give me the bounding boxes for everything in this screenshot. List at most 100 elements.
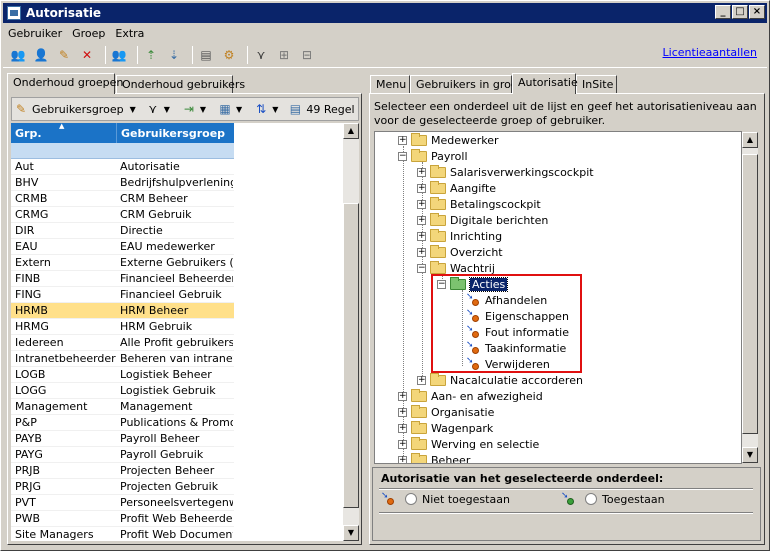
cell-gebruikersgroep: Projecten Beheer bbox=[120, 464, 215, 477]
chevron-down-icon[interactable]: ▼ bbox=[236, 105, 242, 114]
tree-item-werving[interactable]: + Werving en selectie bbox=[398, 436, 539, 452]
move-down-icon[interactable]: ⇣ bbox=[165, 46, 183, 64]
tree-item-aangifte[interactable]: + Aangifte bbox=[417, 180, 496, 196]
chevron-down-icon[interactable]: ▼ bbox=[164, 105, 170, 114]
tab-menu[interactable]: Menu bbox=[370, 75, 410, 94]
menu-groep[interactable]: Groep bbox=[67, 27, 110, 40]
option-toegestaan[interactable]: ➘ Toegestaan bbox=[561, 492, 665, 506]
sort-icon[interactable]: ⇅ bbox=[252, 100, 270, 118]
cell-gebruikersgroep: Logistiek Beheer bbox=[120, 368, 212, 381]
scroll-thumb[interactable] bbox=[742, 154, 758, 434]
filter-row[interactable] bbox=[11, 143, 234, 159]
tree-item-aan-afwezigheid[interactable]: + Aan- en afwezigheid bbox=[398, 388, 543, 404]
table-row[interactable]: DIR Directie bbox=[11, 223, 234, 239]
table-row[interactable]: HRMG HRM Gebruik bbox=[11, 319, 234, 335]
column-header-gebruikersgroep[interactable]: Gebruikersgroep bbox=[116, 123, 234, 143]
tree-item-digitale-berichten[interactable]: + Digitale berichten bbox=[417, 212, 548, 228]
cell-grp: DIR bbox=[15, 224, 35, 237]
user-settings-icon[interactable]: ⚙ bbox=[220, 46, 238, 64]
close-button[interactable]: × bbox=[749, 5, 765, 19]
radio-niet-toegestaan[interactable] bbox=[405, 493, 417, 505]
table-row[interactable]: PWB Profit Web Beheerder bbox=[11, 511, 234, 527]
tab-gebruikers-in-groep[interactable]: Gebruikers in groep bbox=[410, 75, 525, 94]
option-niet-toegestaan[interactable]: ➘ Niet toegestaan bbox=[381, 492, 510, 506]
table-row[interactable]: PRJG Projecten Gebruik bbox=[11, 479, 234, 495]
expand-icon[interactable]: ⊞ bbox=[275, 46, 293, 64]
tree-item-organisatie[interactable]: + Organisatie bbox=[398, 404, 494, 420]
cell-grp: CRMB bbox=[15, 192, 48, 205]
table-row[interactable]: EAU EAU medewerker bbox=[11, 239, 234, 255]
scroll-thumb[interactable] bbox=[343, 203, 359, 508]
tree-item-beheer[interactable]: + Beheer bbox=[398, 452, 470, 463]
table-row[interactable]: PVT Personeelsvertegenwoo bbox=[11, 495, 234, 511]
table-row[interactable]: CRMG CRM Gebruik bbox=[11, 207, 234, 223]
table-row[interactable]: PAYG Payroll Gebruik bbox=[11, 447, 234, 463]
table-row[interactable]: Extern Externe Gebruikers (Cor bbox=[11, 255, 234, 271]
cell-grp: PRJB bbox=[15, 464, 41, 477]
table-row[interactable]: BHV Bedrijfshulpverlening bbox=[11, 175, 234, 191]
table-row[interactable]: Management Management bbox=[11, 399, 234, 415]
rule-count: 49 Regel bbox=[306, 102, 355, 116]
move-up-icon[interactable]: ⇡ bbox=[142, 46, 160, 64]
tree-scrollbar[interactable]: ▲ ▼ bbox=[742, 132, 758, 463]
filter-icon[interactable]: ⋎ bbox=[252, 46, 270, 64]
cell-gebruikersgroep: CRM Gebruik bbox=[120, 208, 192, 221]
table-row[interactable]: CRMB CRM Beheer bbox=[11, 191, 234, 207]
cell-grp: PVT bbox=[15, 496, 36, 509]
menu-gebruiker[interactable]: Gebruiker bbox=[3, 27, 67, 40]
scroll-down-button[interactable]: ▼ bbox=[742, 447, 758, 463]
table-row[interactable]: FING Financieel Gebruik bbox=[11, 287, 234, 303]
edit-icon[interactable]: ✎ bbox=[55, 46, 73, 64]
tree-item-betalingscockpit[interactable]: + Betalingscockpit bbox=[417, 196, 541, 212]
collapse-icon[interactable]: ⊟ bbox=[298, 46, 316, 64]
table-row[interactable]: Intranetbeheerder Beheren van intranet bbox=[11, 351, 234, 367]
group-icon[interactable]: 👥 bbox=[110, 46, 128, 64]
tree-item-wagenpark[interactable]: + Wagenpark bbox=[398, 420, 493, 436]
license-link[interactable]: Licentieaantallen bbox=[663, 46, 757, 59]
table-row[interactable]: LOGB Logistiek Beheer bbox=[11, 367, 234, 383]
minimize-button[interactable]: _ bbox=[715, 5, 731, 19]
cell-grp: HRMB bbox=[15, 304, 48, 317]
tree-item-salarisverwerkingscockpit[interactable]: + Salarisverwerkingscockpit bbox=[417, 164, 594, 180]
table-row[interactable]: HRMB HRM Beheer bbox=[11, 303, 234, 319]
tree-item-medewerker[interactable]: + Medewerker bbox=[398, 132, 499, 148]
table-row[interactable]: PAYB Payroll Beheer bbox=[11, 431, 234, 447]
table-row[interactable]: Site Managers Profit Web Documenten bbox=[11, 527, 234, 541]
table-row[interactable]: Iedereen Alle Profit gebruikers bbox=[11, 335, 234, 351]
filter-icon[interactable]: ⋎ bbox=[144, 100, 162, 118]
scroll-up-button[interactable]: ▲ bbox=[742, 132, 758, 148]
chevron-down-icon[interactable]: ▼ bbox=[272, 105, 278, 114]
table-row[interactable]: FINB Financieel Beheerder bbox=[11, 271, 234, 287]
chevron-down-icon[interactable]: ▼ bbox=[200, 105, 206, 114]
column-header-grp[interactable]: Grp. ▲ bbox=[11, 123, 116, 143]
menu-extra[interactable]: Extra bbox=[110, 27, 149, 40]
columns-icon[interactable]: ▦ bbox=[216, 100, 234, 118]
tab-autorisatie[interactable]: Autorisatie bbox=[512, 73, 578, 94]
radio-toegestaan[interactable] bbox=[585, 493, 597, 505]
table-row[interactable]: LOGG Logistiek Gebruik bbox=[11, 383, 234, 399]
tab-onderhoud-gebruikers[interactable]: Onderhoud gebruikers bbox=[116, 75, 245, 94]
table-row[interactable]: PRJB Projecten Beheer bbox=[11, 463, 234, 479]
scroll-down-button[interactable]: ▼ bbox=[343, 525, 359, 541]
tab-onderhoud-groepen[interactable]: Onderhoud groepen bbox=[7, 73, 123, 94]
tree-item-payroll[interactable]: − Payroll bbox=[398, 148, 468, 164]
tree-item-nacalculatie[interactable]: + Nacalculatie accorderen bbox=[417, 372, 583, 388]
export-icon[interactable]: ⇥ bbox=[180, 100, 198, 118]
left-scrollbar[interactable]: ▲ ▼ bbox=[343, 123, 359, 541]
properties-icon[interactable]: ▤ bbox=[197, 46, 215, 64]
table-row[interactable]: P&P Publications & Promotior bbox=[11, 415, 234, 431]
cell-gebruikersgroep: HRM Gebruik bbox=[120, 320, 193, 333]
chevron-down-icon[interactable]: ▼ bbox=[130, 105, 136, 114]
delete-icon[interactable]: ✕ bbox=[78, 46, 96, 64]
group-dropdown-label[interactable]: Gebruikersgroep bbox=[32, 103, 124, 116]
add-user-icon[interactable]: 👤 bbox=[32, 46, 50, 64]
cell-grp: LOGB bbox=[15, 368, 46, 381]
users-icon[interactable]: 👥 bbox=[9, 46, 27, 64]
scroll-up-button[interactable]: ▲ bbox=[343, 123, 359, 139]
cell-gebruikersgroep: Publications & Promotior bbox=[120, 416, 233, 429]
maximize-button[interactable]: □ bbox=[732, 5, 748, 19]
table-row[interactable]: Aut Autorisatie bbox=[11, 159, 234, 175]
tab-insite[interactable]: InSite bbox=[576, 75, 617, 94]
tree-item-overzicht[interactable]: + Overzicht bbox=[417, 244, 503, 260]
tree-item-inrichting[interactable]: + Inrichting bbox=[417, 228, 502, 244]
